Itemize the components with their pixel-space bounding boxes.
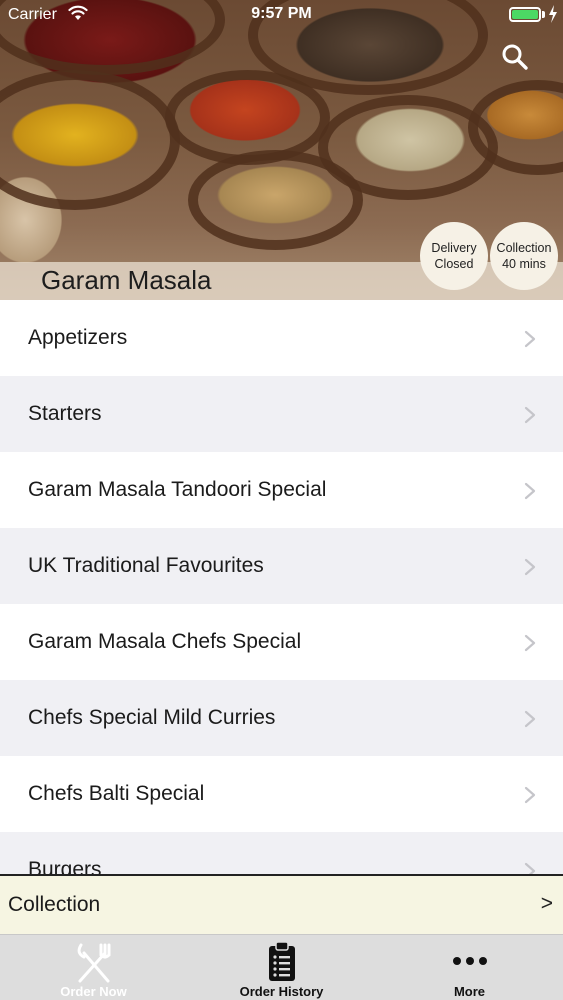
delivery-badge-status: Closed — [434, 257, 474, 271]
menu-category-row[interactable]: Garam Masala Chefs Special — [0, 604, 563, 680]
menu-category-label: Starters — [28, 402, 102, 425]
spice-bowl-image — [0, 70, 180, 210]
tab-more[interactable]: More — [376, 935, 563, 1000]
tab-more-label: More — [453, 984, 486, 999]
chevron-right-icon — [524, 786, 536, 804]
restaurant-name: Garam Masala — [41, 265, 212, 295]
clock: 9:57 PM — [251, 5, 312, 22]
fork-knife-icon — [77, 943, 110, 983]
menu-category-label: Garam Masala Tandoori Special — [28, 478, 327, 501]
more-dots-icon — [452, 957, 487, 965]
collection-time-badge: Collection 40 mins — [490, 222, 558, 290]
collection-mode-bar[interactable]: Collection > — [0, 874, 563, 934]
delivery-status-badge: Delivery Closed — [420, 222, 488, 290]
collection-arrow-icon: > — [540, 892, 553, 915]
tab-order-history-label: Order History — [239, 984, 324, 999]
menu-category-label: Appetizers — [28, 326, 128, 349]
spice-bowl-image — [188, 150, 363, 250]
chevron-right-icon — [524, 558, 536, 576]
tab-order-now-label: Order Now — [60, 984, 127, 999]
search-icon[interactable] — [500, 42, 530, 72]
status-bar: Carrier 9:57 PM — [0, 0, 563, 28]
delivery-badge-title: Delivery — [431, 241, 477, 255]
spice-bowl-image — [165, 70, 330, 165]
menu-category-row[interactable]: Garam Masala Tandoori Special — [0, 452, 563, 528]
collection-badge-title: Collection — [496, 241, 552, 255]
chevron-right-icon — [524, 482, 536, 500]
chevron-right-icon — [524, 406, 536, 424]
menu-category-label: Chefs Balti Special — [28, 782, 205, 805]
chevron-right-icon — [524, 634, 536, 652]
collection-mode-label: Collection — [8, 893, 101, 916]
menu-category-row[interactable]: Appetizers — [0, 300, 563, 376]
tab-order-history[interactable]: Order History — [188, 935, 375, 1000]
chevron-right-icon — [524, 710, 536, 728]
menu-category-label: Chefs Special Mild Curries — [28, 706, 276, 729]
menu-category-row[interactable]: UK Traditional Favourites — [0, 528, 563, 604]
menu-category-label: UK Traditional Favourites — [28, 554, 264, 577]
menu-category-row[interactable]: Starters — [0, 376, 563, 452]
battery-icon — [509, 7, 541, 22]
charging-icon — [549, 5, 557, 23]
chevron-right-icon — [524, 330, 536, 348]
menu-category-label: Burgers — [28, 858, 102, 875]
menu-category-row[interactable]: Chefs Special Mild Curries — [0, 680, 563, 756]
menu-category-label: Garam Masala Chefs Special — [28, 630, 302, 653]
tab-bar: Order Now Order History More — [0, 934, 563, 1000]
menu-category-list[interactable]: Appetizers Starters Garam Masala Tandoor… — [0, 300, 563, 875]
menu-category-row[interactable]: Chefs Balti Special — [0, 756, 563, 832]
tab-order-now[interactable]: Order Now — [0, 935, 187, 1000]
collection-badge-time: 40 mins — [502, 257, 546, 271]
menu-category-row[interactable]: Burgers — [0, 832, 563, 875]
clipboard-list-icon — [268, 941, 295, 981]
